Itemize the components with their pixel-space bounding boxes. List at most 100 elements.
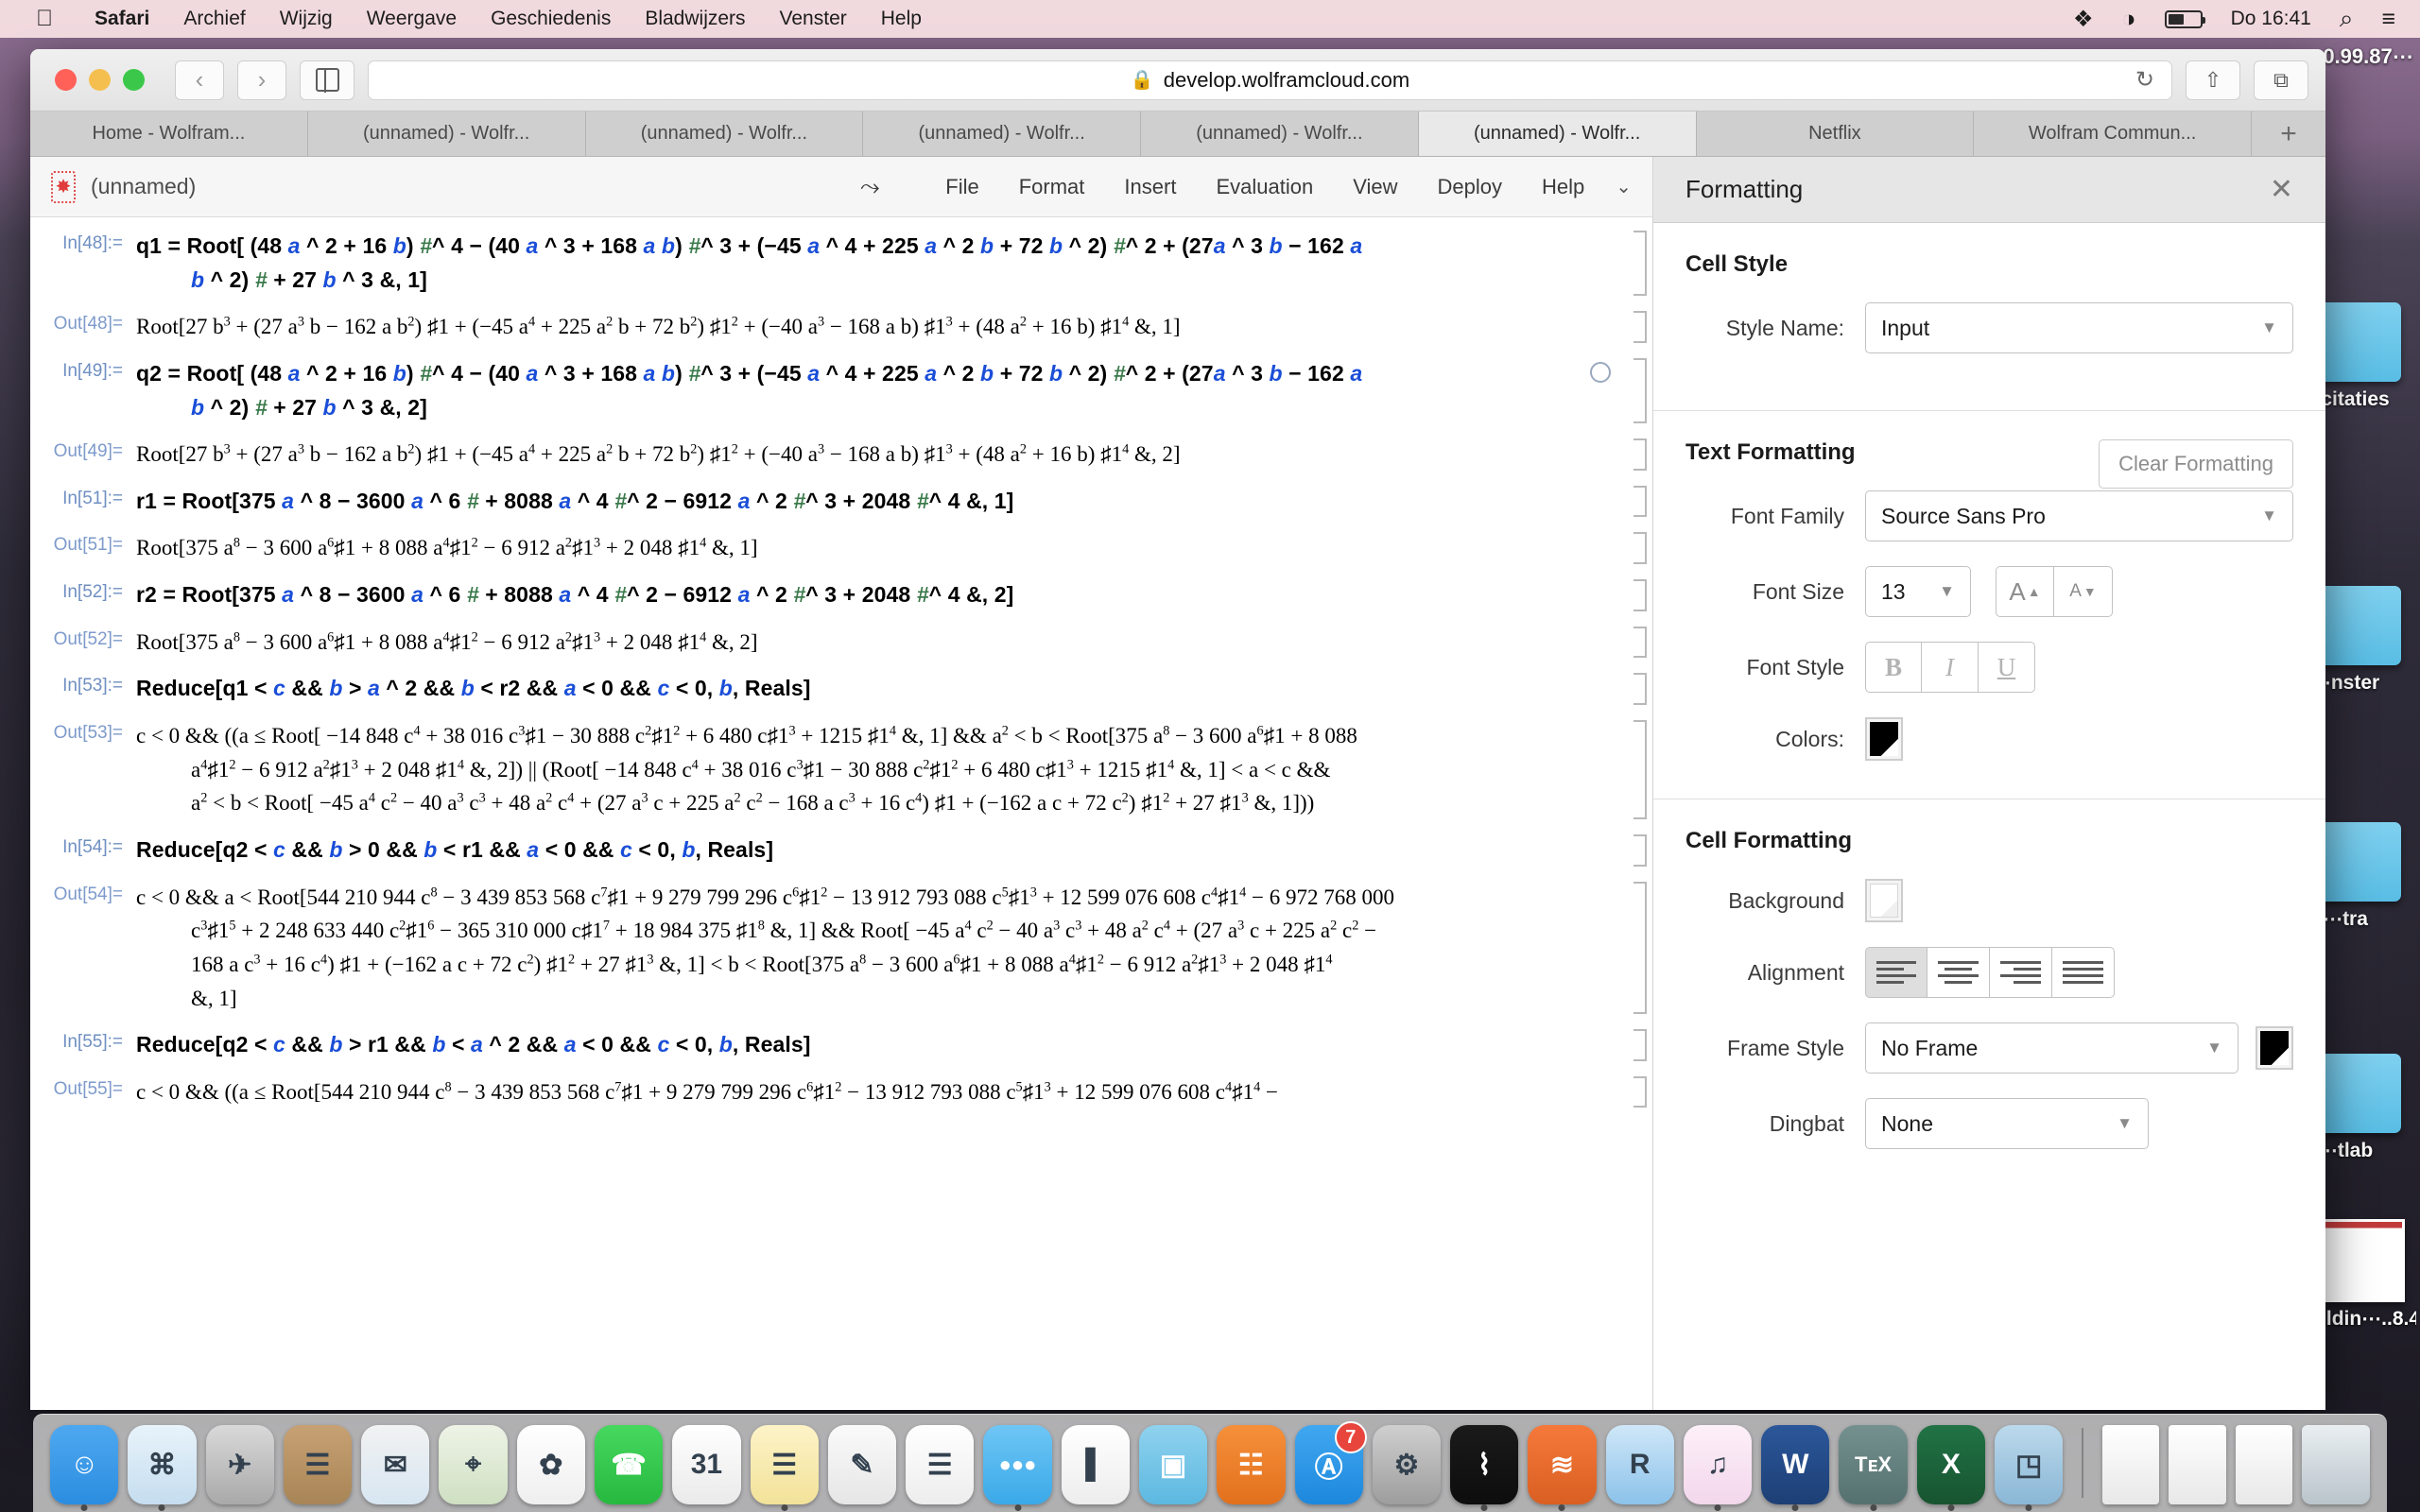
dock-minimized-window-note[interactable] (2235, 1425, 2292, 1504)
dock-item-system-preferences[interactable]: ⚙ (1372, 1425, 1442, 1504)
dock-item-numbers[interactable]: ▌ (1061, 1425, 1130, 1504)
menu-item-safari[interactable]: Safari (78, 8, 166, 30)
forward-button[interactable]: › (237, 60, 286, 100)
font-family-select[interactable]: Source Sans Pro ▼ (1865, 490, 2293, 541)
clear-formatting-button[interactable]: Clear Formatting (2099, 439, 2293, 489)
notebook-title[interactable]: (unnamed) (91, 174, 196, 199)
dock-item-mail[interactable]: ✉ (361, 1425, 430, 1504)
menu-item-archief[interactable]: Archief (166, 8, 262, 30)
dock-item-excel[interactable]: X (1916, 1425, 1986, 1511)
tab-unnamed-3[interactable]: (unnamed) - Wolfr... (863, 112, 1141, 156)
text-color-swatch[interactable] (1865, 717, 1903, 761)
close-icon[interactable]: ✕ (2270, 173, 2293, 206)
dock-minimized-window-matlab-editor[interactable] (2169, 1425, 2226, 1504)
tab-wolfram-community[interactable]: Wolfram Commun... (1974, 112, 2252, 156)
dock-item-maps[interactable]: ⌖ (439, 1425, 508, 1504)
dock-item-photos[interactable]: ✿ (516, 1425, 585, 1504)
menu-item-weergave[interactable]: Weergave (350, 8, 474, 30)
cell-expression[interactable]: Reduce[q1 < c && b > a ^ 2 && b < r2 && … (136, 672, 1652, 706)
dock-item-matlab[interactable]: ≋ (1528, 1425, 1597, 1511)
dock-trash-icon[interactable] (2301, 1425, 2371, 1504)
notebook-menu-help[interactable]: Help (1522, 175, 1604, 199)
cell-expression[interactable]: Reduce[q2 < c && b > 0 && b < r1 && a < … (136, 833, 1652, 868)
tab-unnamed-5-active[interactable]: (unnamed) - Wolfr... (1418, 112, 1697, 156)
menu-item-geschiedenis[interactable]: Geschiedenis (474, 8, 628, 30)
align-center-button[interactable] (1927, 947, 1990, 998)
minimize-window-button[interactable] (89, 69, 111, 91)
cell-expression[interactable]: q1 = Root[ (48 a ^ 2 + 16 b) #^ 4 − (40 … (136, 230, 1652, 297)
cell-expression[interactable]: c < 0 && ((a ≤ Root[ −14 848 c4 + 38 016… (136, 719, 1652, 820)
dock-item-finder[interactable]: ☺ (50, 1425, 119, 1511)
bold-button[interactable]: B (1865, 642, 1922, 693)
dropbox-icon[interactable]: ❖ (2059, 6, 2108, 33)
cell-bracket[interactable] (1634, 532, 1647, 565)
cell-bracket[interactable] (1634, 881, 1647, 1015)
increase-font-size-button[interactable]: A ▲ (1996, 566, 2054, 617)
notebook-menu-view[interactable]: View (1333, 175, 1417, 199)
dock-item-ibooks[interactable]: ☷ (1217, 1425, 1286, 1504)
notebook-menu-deploy[interactable]: Deploy (1418, 175, 1522, 199)
notebook-input-cell[interactable]: In[55]:= Reduce[q2 < c && b > r1 && b < a… (30, 1022, 1652, 1069)
cell-bracket[interactable] (1634, 720, 1647, 819)
cell-bracket[interactable] (1634, 1075, 1647, 1108)
italic-button[interactable]: I (1922, 642, 1979, 693)
notebook-output-cell[interactable]: Out[51]= Root[375 a8 − 3 600 a6♯1 + 8 088… (30, 524, 1652, 572)
cell-expression[interactable]: r2 = Root[375 a ^ 8 − 3600 a ^ 6 # + 808… (136, 578, 1652, 612)
new-tab-button[interactable]: + (2252, 112, 2325, 156)
notebook-menu-file[interactable]: File (925, 175, 998, 199)
cell-bracket[interactable] (1634, 485, 1647, 518)
frame-style-select[interactable]: No Frame ▼ (1865, 1022, 2238, 1074)
menu-item-help[interactable]: Help (864, 8, 939, 30)
dock-item-safari[interactable]: ⌘ (128, 1425, 197, 1511)
cell-bracket[interactable] (1634, 833, 1647, 867)
address-bar[interactable]: 🔒 develop.wolframcloud.com ↻ (368, 60, 2172, 100)
style-name-select[interactable]: Input ▼ (1865, 302, 2293, 353)
notebook-output-cell[interactable]: Out[54]= c < 0 && a < Root[544 210 944 c8… (30, 874, 1652, 1022)
tab-unnamed-2[interactable]: (unnamed) - Wolfr... (585, 112, 864, 156)
notification-center-icon[interactable]: ≡ (2367, 6, 2420, 33)
decrease-font-size-button[interactable]: A ▼ (2054, 566, 2113, 617)
notebook-input-cell[interactable]: In[52]:= r2 = Root[375 a ^ 8 − 3600 a ^ 6… (30, 572, 1652, 619)
notebook-menu-insert[interactable]: Insert (1104, 175, 1196, 199)
cell-expression[interactable]: Reduce[q2 < c && b > r1 && b < a ^ 2 && … (136, 1028, 1652, 1062)
notebook-input-cell[interactable]: In[53]:= Reduce[q1 < c && b > a ^ 2 && b … (30, 665, 1652, 713)
notebook-input-cell[interactable]: In[51]:= r1 = Root[375 a ^ 8 − 3600 a ^ 6… (30, 478, 1652, 525)
underline-button[interactable]: U (1979, 642, 2035, 693)
dock-item-tex[interactable]: TᴇX (1839, 1425, 1908, 1511)
cell-bracket[interactable] (1634, 357, 1647, 424)
tab-netflix[interactable]: Netflix (1696, 112, 1975, 156)
menu-item-bladwijzers[interactable]: Bladwijzers (628, 8, 762, 30)
chevron-down-icon[interactable]: ⌄ (1604, 175, 1632, 198)
notebook-output-cell[interactable]: Out[53]= c < 0 && ((a ≤ Root[ −14 848 c4 … (30, 713, 1652, 827)
close-window-button[interactable] (55, 69, 77, 91)
dock-item-reminders[interactable]: ☰ (906, 1425, 975, 1504)
tab-unnamed-4[interactable]: (unnamed) - Wolfr... (1141, 112, 1419, 156)
align-justify-button[interactable] (2052, 947, 2115, 998)
align-left-button[interactable] (1865, 947, 1927, 998)
dock-item-keynote[interactable]: ▣ (1138, 1425, 1208, 1504)
tab-home-wolfram[interactable]: Home - Wolfram... (30, 112, 308, 156)
background-color-swatch[interactable] (1865, 879, 1903, 922)
notebook-input-cell[interactable]: In[54]:= Reduce[q2 < c && b > 0 && b < r1… (30, 827, 1652, 874)
reload-icon[interactable]: ↻ (2135, 66, 2154, 94)
maximize-window-button[interactable] (123, 69, 145, 91)
dock-item-r-studio[interactable]: R (1605, 1425, 1674, 1504)
dock-item-app-store[interactable]: Ⓐ 7 (1294, 1421, 1367, 1504)
dingbat-select[interactable]: None ▼ (1865, 1098, 2149, 1149)
cell-expression[interactable]: Root[27 b3 + (27 a3 b − 162 a b2) ♯1 + (… (136, 438, 1652, 472)
cell-bracket[interactable] (1634, 311, 1647, 343)
search-icon[interactable]: ⌕ (2325, 4, 2368, 34)
dock-item-pages[interactable]: ✎ (827, 1425, 897, 1504)
cell-bracket[interactable] (1634, 438, 1647, 471)
tab-unnamed-1[interactable]: (unnamed) - Wolfr... (307, 112, 586, 156)
cell-expression[interactable]: q2 = Root[ (48 a ^ 2 + 16 b) #^ 4 − (40 … (136, 357, 1652, 424)
dock-item-activity-monitor[interactable]: ⌇ (1450, 1425, 1519, 1511)
cell-expression[interactable]: Root[375 a8 − 3 600 a6♯1 + 8 088 a4♯12 −… (136, 531, 1652, 565)
notebook-input-cell[interactable]: In[49]:= q2 = Root[ (48 a ^ 2 + 16 b) #^ … (30, 351, 1652, 431)
battery-icon[interactable] (2151, 9, 2217, 28)
dock-item-itunes[interactable]: ♫ (1683, 1425, 1753, 1511)
notebook-output-cell[interactable]: Out[49]= Root[27 b3 + (27 a3 b − 162 a b2… (30, 431, 1652, 478)
cell-expression[interactable]: c < 0 && ((a ≤ Root[544 210 944 c8 − 3 4… (136, 1075, 1652, 1109)
font-size-select[interactable]: 13 ▼ (1865, 566, 1971, 617)
dock-item-messages[interactable]: ●●● (983, 1425, 1052, 1511)
